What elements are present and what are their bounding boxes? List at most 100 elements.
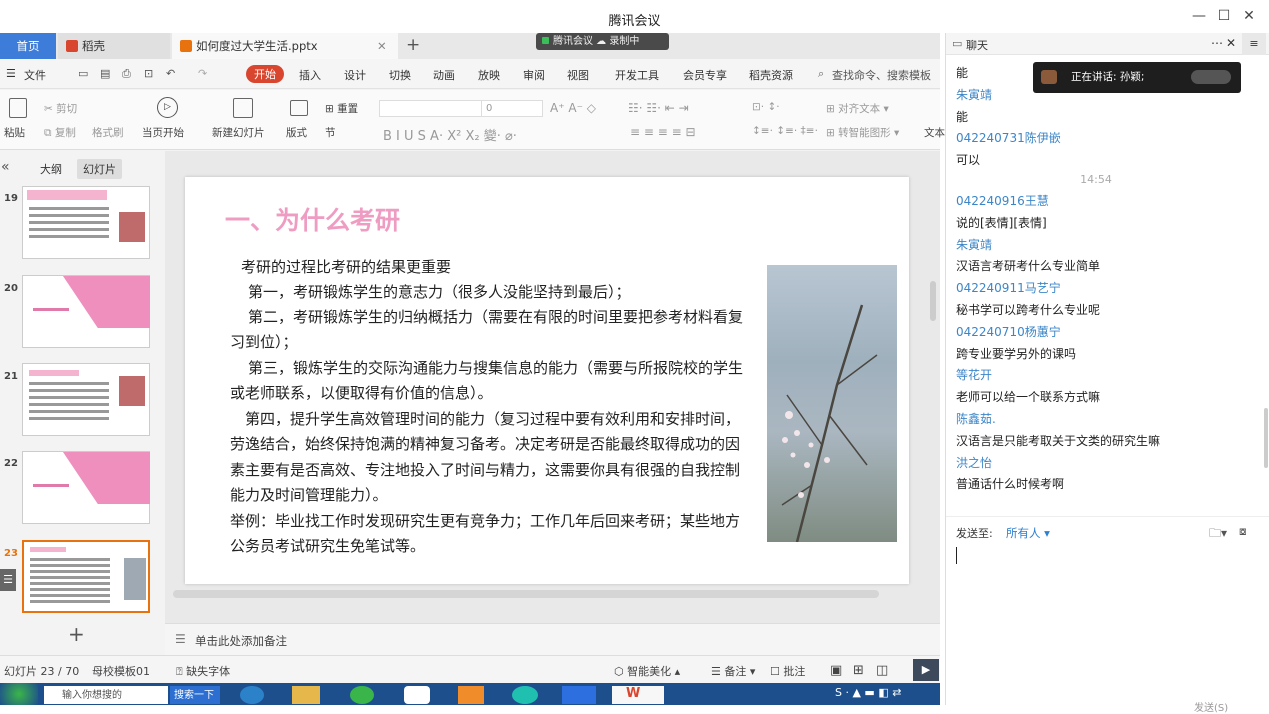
new-slide-icon[interactable]: [233, 98, 253, 118]
comments-button[interactable]: ☐ 批注: [770, 663, 805, 679]
print-icon[interactable]: ⎙: [122, 67, 131, 81]
undo-icon[interactable]: ↶: [166, 67, 175, 80]
close-chat-icon[interactable]: ✕: [1226, 36, 1236, 50]
template-name[interactable]: 母校模板01: [92, 663, 150, 679]
cut-button[interactable]: ✂ 剪切: [44, 101, 77, 116]
chat-sender-name[interactable]: 朱寅靖: [956, 86, 992, 103]
redo-icon[interactable]: ↷: [198, 67, 207, 80]
current-slide[interactable]: 一、为什么考研 考研的过程比考研的结果更重要 第一，考研锻炼学生的意志力（很多人…: [185, 177, 909, 584]
menu-icon[interactable]: ☰: [6, 67, 16, 80]
menu-docer-resources[interactable]: 稻壳资源: [749, 67, 793, 83]
menu-slideshow[interactable]: 放映: [478, 67, 500, 83]
preview-icon[interactable]: ⊡: [144, 67, 153, 80]
slide-thumbnail-21[interactable]: [22, 363, 150, 436]
panel-menu-icon[interactable]: ☰: [0, 569, 16, 591]
chat-sender-name[interactable]: 洪之怡: [956, 454, 992, 471]
format-painter-button[interactable]: 格式刷: [92, 125, 124, 140]
tab-outline[interactable]: 大纲: [40, 161, 62, 177]
app-icon[interactable]: [404, 686, 430, 704]
notes-area[interactable]: ☰ 单击此处添加备注: [165, 623, 940, 655]
browser-icon[interactable]: [240, 686, 264, 704]
font-size-select[interactable]: 0: [481, 100, 543, 117]
collapse-panel-icon[interactable]: «: [1, 159, 10, 175]
menu-file[interactable]: 文件: [24, 67, 46, 83]
command-search[interactable]: 查找命令、搜索模板: [832, 67, 931, 83]
normal-view-icon[interactable]: ▣: [830, 663, 842, 678]
layout-button[interactable]: 版式: [286, 125, 307, 140]
search-icon[interactable]: ⌕: [818, 67, 824, 81]
file-icon[interactable]: 🗀▾: [1209, 524, 1227, 545]
play-slideshow-icon[interactable]: ▶: [913, 659, 939, 681]
smart-shape-button[interactable]: ⊞ 转智能图形 ▾: [826, 125, 899, 140]
menu-developer[interactable]: 开发工具: [615, 67, 659, 83]
tab-home[interactable]: 首页: [0, 33, 56, 59]
close-tab-icon[interactable]: ✕: [377, 33, 387, 59]
slide-thumbnail-19[interactable]: [22, 186, 150, 259]
paste-icon[interactable]: [9, 98, 27, 118]
new-tab-icon[interactable]: +: [406, 35, 420, 55]
taskbar-search-button[interactable]: 搜索一下: [170, 686, 220, 704]
minimize-icon[interactable]: —: [1189, 8, 1209, 24]
font-size-controls[interactable]: A⁺ A⁻ ◇: [550, 101, 596, 115]
slide-thumbnail-22[interactable]: [22, 451, 150, 524]
tab-presentation[interactable]: 如何度过大学生活.pptx ✕: [172, 33, 398, 59]
more-icon[interactable]: ⋯: [1211, 36, 1223, 50]
tab-slides[interactable]: 幻灯片: [77, 159, 122, 179]
vertical-scrollbar[interactable]: [930, 281, 936, 321]
chat-sender-name[interactable]: 042240710杨蕙宁: [956, 323, 1061, 340]
copy-button[interactable]: ⧉ 复制: [44, 125, 76, 140]
menu-member[interactable]: 会员专享: [683, 67, 727, 83]
menu-design[interactable]: 设计: [344, 67, 366, 83]
horizontal-scrollbar[interactable]: [173, 590, 879, 598]
meeting-status-pill[interactable]: 腾讯会议 ☁ 录制中: [536, 33, 669, 50]
screenshot-icon[interactable]: ⧇: [1239, 524, 1247, 539]
chat-sender-name[interactable]: 陈鑫茹.: [956, 410, 996, 427]
reset-button[interactable]: ⊞ 重置: [325, 101, 358, 116]
media-icon[interactable]: [458, 686, 484, 704]
export-icon[interactable]: ▤: [100, 67, 110, 80]
maximize-icon[interactable]: ☐: [1214, 8, 1234, 24]
slide-thumbnail-20[interactable]: [22, 275, 150, 348]
font-style-buttons[interactable]: B I U S A· X² X₂ 變· ⌀·: [383, 125, 517, 144]
spacing-buttons[interactable]: ↕≡· ↕≡· ‡≡·: [752, 125, 818, 137]
menu-view[interactable]: 视图: [567, 67, 589, 83]
menu-review[interactable]: 审阅: [523, 67, 545, 83]
chat-sender-name[interactable]: 042240731陈伊嵌: [956, 129, 1061, 146]
chat-app-icon[interactable]: [512, 686, 538, 704]
align-text-button[interactable]: ⊞ 对齐文本 ▾: [826, 101, 889, 116]
menu-transition[interactable]: 切换: [389, 67, 411, 83]
notes-toggle-button[interactable]: ☰ 备注 ▾: [711, 663, 755, 679]
chat-sender-name[interactable]: 042240911马艺宁: [956, 279, 1061, 296]
meeting-app-icon[interactable]: [562, 686, 596, 704]
tray-icons[interactable]: S · ▲ ▬ ◧ ⇄: [835, 686, 935, 704]
sorter-view-icon[interactable]: ⊞: [853, 663, 864, 678]
menu-insert[interactable]: 插入: [299, 67, 321, 83]
section-button[interactable]: 节: [325, 125, 336, 140]
add-slide-icon[interactable]: +: [68, 622, 85, 646]
chat-sender-name[interactable]: 朱寅靖: [956, 236, 992, 253]
textbox-button[interactable]: 文本: [924, 125, 945, 140]
chat-sender-name[interactable]: 等花开: [956, 366, 992, 383]
save-icon[interactable]: ▭: [78, 67, 88, 80]
menu-start[interactable]: 开始: [246, 65, 284, 83]
tab-docer[interactable]: 稻壳: [58, 33, 170, 59]
folder-icon[interactable]: [292, 686, 320, 704]
layout-icon[interactable]: [290, 100, 308, 116]
taskbar-search-input[interactable]: 输入你想搜的: [44, 686, 168, 704]
app360-icon[interactable]: [350, 686, 374, 704]
start-icon[interactable]: [0, 683, 38, 705]
close-icon[interactable]: ✕: [1239, 8, 1259, 24]
list-buttons[interactable]: ☷· ☷· ⇤ ⇥: [628, 101, 689, 115]
text-direction-buttons[interactable]: ⊡· ↕·: [752, 101, 780, 113]
recipient-select[interactable]: 所有人 ▾: [1006, 525, 1050, 541]
missing-font-button[interactable]: ⍰ 缺失字体: [176, 663, 230, 679]
slide-thumbnail-23[interactable]: [22, 540, 150, 613]
font-name-select[interactable]: [379, 100, 483, 117]
reading-view-icon[interactable]: ◫: [876, 663, 888, 678]
sidebar-toggle-icon[interactable]: ≡: [1242, 33, 1266, 55]
chat-scrollbar[interactable]: [1264, 408, 1268, 468]
chat-sender-name[interactable]: 042240916王慧: [956, 192, 1049, 209]
slide-start-button[interactable]: 当页开始: [142, 125, 184, 140]
send-button[interactable]: 发送(S): [1194, 699, 1228, 714]
smart-beautify-button[interactable]: ⬡ 智能美化 ▴: [614, 663, 680, 679]
